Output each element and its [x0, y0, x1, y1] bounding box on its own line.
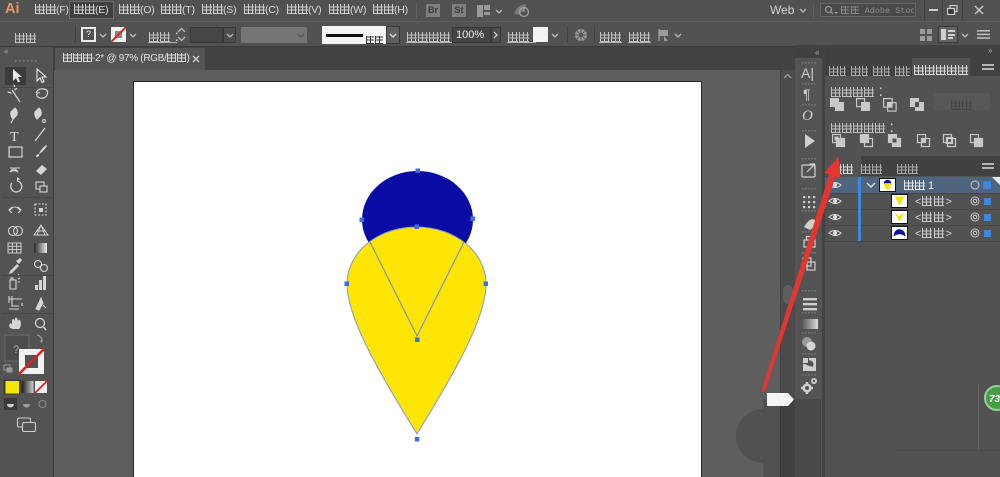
svg-text:73: 73: [989, 394, 1000, 405]
